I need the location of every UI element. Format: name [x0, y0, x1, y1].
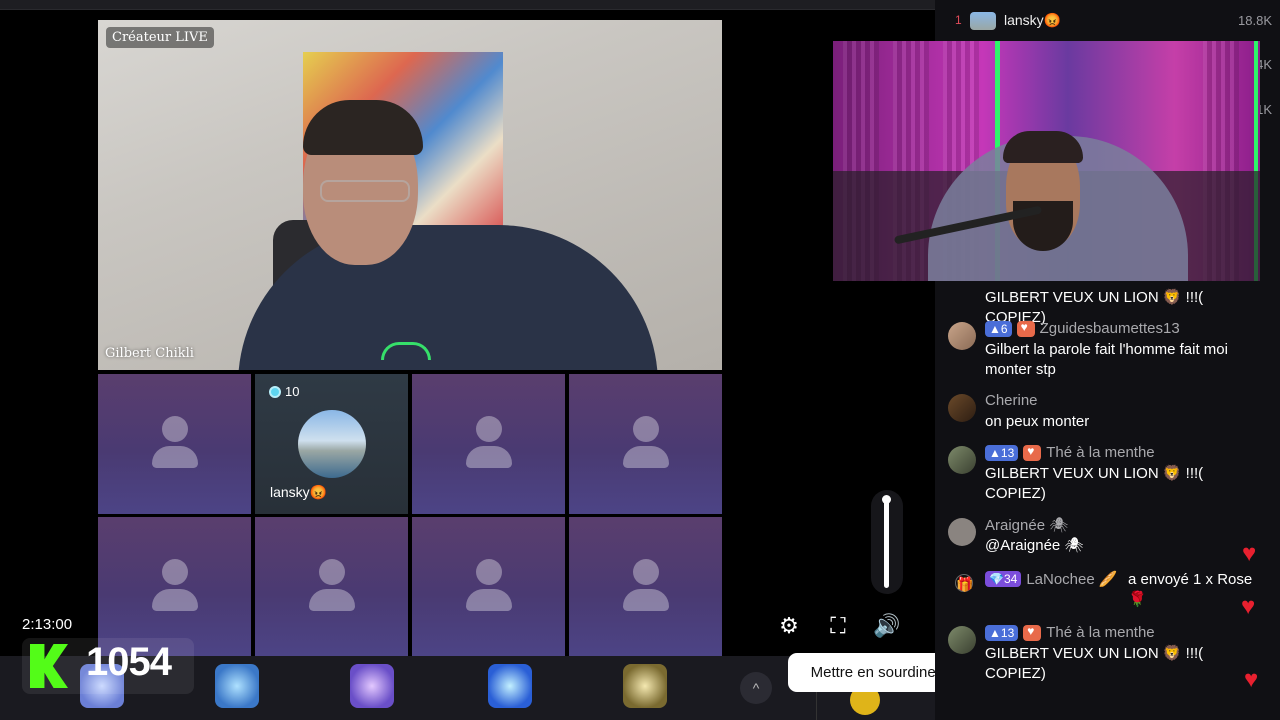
chat-username[interactable]: LaNochee 🥖 — [1026, 570, 1117, 588]
heart-icon: ♥ — [1241, 593, 1256, 620]
guest-slot[interactable] — [569, 374, 722, 514]
avatar-placeholder-icon — [161, 416, 188, 442]
heart-icon: ♥ — [1244, 666, 1259, 693]
live-stream-window: Créateur LIVE Gilbert Chikli 10 lansky😡 … — [0, 0, 1280, 720]
level-badge: ▲6 — [985, 320, 1012, 337]
chat-message: ▲13 Thé à la menthe GILBERT VEUX UN LION … — [948, 624, 1273, 686]
leaderboard-name[interactable]: lansky😡 — [1004, 12, 1061, 29]
guest-name: lansky😡 — [270, 484, 328, 500]
leaderboard-value: 18.8K — [1238, 13, 1272, 28]
guest-slot[interactable] — [412, 517, 565, 657]
chat-message: GILBERT VEUX UN LION 🦁 !!!( COPIEZ) — [948, 268, 1273, 326]
chat-message-text: GILBERT VEUX UN LION 🦁 !!!( COPIEZ) — [985, 465, 1204, 502]
avatar[interactable] — [948, 446, 976, 474]
avatar-placeholder-icon — [632, 416, 659, 442]
chat-username[interactable]: Cherine — [985, 392, 1038, 409]
volume-slider-handle[interactable] — [882, 495, 891, 504]
level-badge: 💎34 — [985, 571, 1022, 587]
chat-message-text: Gilbert la parole fait l'homme fait moi … — [985, 341, 1228, 378]
avatar[interactable] — [948, 626, 976, 654]
gift-galaxy-icon[interactable] — [488, 664, 532, 708]
chat-username[interactable]: Thé à la menthe — [1046, 624, 1154, 641]
gift-car-icon[interactable] — [623, 664, 667, 708]
level-badge: ▲13 — [985, 444, 1019, 461]
chat-message: ▲13 Thé à la menthe GILBERT VEUX UN LION … — [948, 444, 1273, 506]
chat-username[interactable]: Araignée 🕷 — [985, 516, 1068, 534]
guest-slot-lansky[interactable]: 10 lansky😡 — [255, 374, 408, 514]
fan-heart-icon — [1023, 444, 1042, 461]
chat-message-text: GILBERT VEUX UN LION 🦁 !!!( COPIEZ) — [985, 645, 1204, 682]
fullscreen-icon[interactable]: ⛶ — [824, 612, 852, 640]
chat-message-text: on peux monter — [985, 413, 1090, 430]
gift-jet-icon[interactable] — [215, 664, 259, 708]
mic-glow — [381, 342, 431, 360]
volume-slider-fill — [884, 498, 889, 588]
guest-slot[interactable] — [98, 517, 251, 657]
settings-icon[interactable]: ⚙ — [775, 612, 803, 640]
host-name: Gilbert Chikli — [105, 346, 194, 361]
streamer-hair — [1003, 131, 1083, 163]
avatar-placeholder-icon — [475, 416, 502, 442]
gift-bar-expand-button[interactable]: ^ — [740, 672, 772, 704]
streamer-cam[interactable] — [833, 41, 1260, 281]
chat-username[interactable]: Zguidesbaumettes13 — [1040, 320, 1180, 337]
fan-heart-icon — [1016, 320, 1035, 337]
stream-timer: 2:13:00 — [22, 616, 73, 633]
leaderboard-rank: 1 — [955, 13, 962, 27]
guest-slot[interactable] — [569, 517, 722, 657]
fan-heart-icon — [1023, 624, 1042, 641]
viewer-count: 1054 — [86, 640, 172, 684]
avatar — [298, 410, 366, 478]
avatar[interactable] — [948, 394, 976, 422]
creator-live-badge: Créateur LIVE — [106, 27, 214, 48]
guest-slot[interactable] — [255, 517, 408, 657]
heart-icon: ♥ — [1242, 540, 1257, 567]
gem-icon — [269, 385, 281, 398]
host-glasses — [320, 180, 410, 202]
avatar-placeholder-icon — [475, 559, 502, 585]
avatar-placeholder-icon — [161, 559, 188, 585]
gift-planet-icon[interactable] — [350, 664, 394, 708]
guest-gift-count: 10 — [269, 384, 299, 399]
chat-username[interactable]: Thé à la menthe — [1046, 444, 1154, 461]
chat-message: ▲6 Zguidesbaumettes13 Gilbert la parole f… — [948, 320, 1273, 382]
host-video[interactable] — [98, 20, 722, 370]
top-bar — [0, 0, 935, 10]
level-badge: ▲13 — [985, 624, 1019, 641]
avatar-placeholder-icon — [632, 559, 659, 585]
avatar[interactable] — [948, 518, 976, 546]
chat-message: Cherine on peux monter — [948, 392, 1273, 436]
chat-message-text: @Araignée 🕷 — [985, 537, 1084, 554]
guest-slot[interactable] — [98, 374, 251, 514]
volume-icon[interactable]: 🔊 — [873, 612, 901, 640]
chat-message: Araignée 🕷 @Araignée 🕷 — [948, 516, 1273, 560]
avatar[interactable] — [948, 322, 976, 350]
avatar-placeholder-icon — [318, 559, 345, 585]
guest-slot[interactable] — [412, 374, 565, 514]
avatar — [970, 12, 996, 30]
